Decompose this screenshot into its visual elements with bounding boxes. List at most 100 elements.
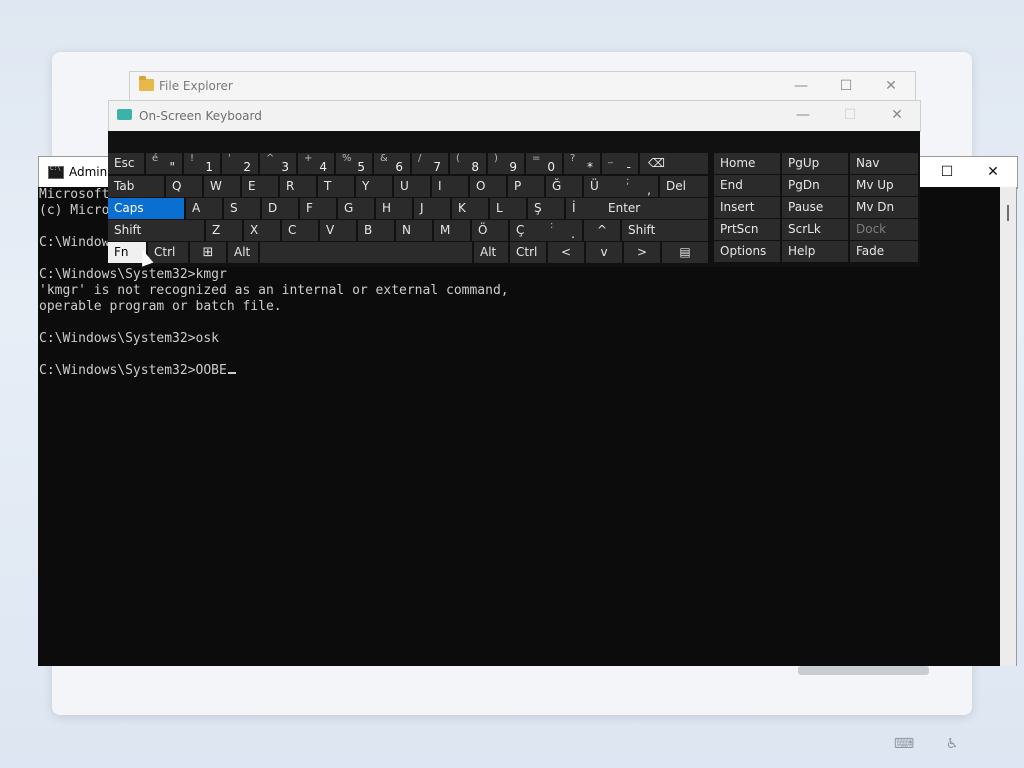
key-letter[interactable]: T (318, 176, 354, 197)
key-letter[interactable]: H (376, 198, 412, 219)
scrollbar-thumb[interactable] (1007, 205, 1009, 221)
key-enter[interactable]: Enter (602, 198, 708, 219)
nav-key-mv-up[interactable]: Mv Up (850, 175, 918, 196)
key-shift-right[interactable]: Shift (622, 220, 708, 241)
key-letter[interactable]: Y (356, 176, 392, 197)
key-row1[interactable]: ! 1 (184, 153, 220, 174)
console-scrollbar[interactable] (1000, 187, 1017, 666)
nav-key-dock[interactable]: Dock (850, 219, 918, 240)
close-button[interactable]: ✕ (970, 157, 1016, 188)
key-colon[interactable]: :. (544, 220, 582, 241)
key-row1[interactable]: +4 (298, 153, 334, 174)
windows-logo-icon: ⊞ (202, 245, 214, 260)
key-alt-right[interactable]: Alt (474, 242, 508, 263)
console-line: (c) Micro (39, 203, 110, 218)
nav-key-prtscn[interactable]: PrtScn (714, 219, 780, 240)
maximize-button[interactable]: ☐ (827, 101, 873, 130)
key-letter[interactable]: I (432, 176, 468, 197)
key-letter[interactable]: V (320, 220, 356, 241)
key-letter[interactable]: M (434, 220, 470, 241)
key-shift-left[interactable]: Shift (108, 220, 204, 241)
maximize-button[interactable]: ☐ (823, 72, 869, 101)
key-arrow-down[interactable]: v (586, 242, 622, 263)
key-letter[interactable]: K (452, 198, 488, 219)
key-del[interactable]: Del (660, 176, 708, 197)
key-backspace[interactable]: ⌫ (640, 153, 708, 174)
key-letter[interactable]: F (300, 198, 336, 219)
key-shift-label: ; (626, 176, 630, 187)
key-letter[interactable]: A (186, 198, 222, 219)
nav-key-pause[interactable]: Pause (782, 197, 848, 218)
key-row1[interactable]: _ - (602, 153, 638, 174)
key-letter[interactable]: U (394, 176, 430, 197)
key-letter[interactable]: Ü (584, 176, 620, 197)
minimize-button[interactable]: — (780, 101, 826, 130)
key-letter[interactable]: G (338, 198, 374, 219)
key-ctrl-right[interactable]: Ctrl (510, 242, 546, 263)
key-letter[interactable]: Ğ (546, 176, 582, 197)
key-letter[interactable]: B (358, 220, 394, 241)
key-letter[interactable]: O (470, 176, 506, 197)
key-letter[interactable]: D (262, 198, 298, 219)
close-button[interactable]: ✕ (868, 72, 914, 101)
nav-key-insert[interactable]: Insert (714, 197, 780, 218)
key-ctrl-left[interactable]: Ctrl (148, 242, 188, 263)
key-letter[interactable]: Q (166, 176, 202, 197)
key-letter[interactable]: Z (206, 220, 242, 241)
key-letter[interactable]: Ş (528, 198, 564, 219)
nav-key-pgdn[interactable]: PgDn (782, 175, 848, 196)
nav-key-fade[interactable]: Fade (850, 241, 918, 262)
key-row1[interactable]: ) 9 (488, 153, 524, 174)
key-semicolon[interactable]: ;, (620, 176, 658, 197)
key-arrow-right[interactable]: > (624, 242, 660, 263)
key-letter[interactable]: İ (566, 198, 602, 219)
file-explorer-window[interactable]: File Explorer — ☐ ✕ (129, 71, 916, 103)
console-line: C:\Windows\System32>osk (39, 331, 220, 346)
nav-key-mv-dn[interactable]: Mv Dn (850, 197, 918, 218)
key-letter[interactable]: C (282, 220, 318, 241)
key-letter[interactable]: J (414, 198, 450, 219)
key-letter[interactable]: E (242, 176, 278, 197)
nav-key-scrlk[interactable]: ScrLk (782, 219, 848, 240)
key-letter[interactable]: Ö (472, 220, 508, 241)
key-arrow-up[interactable]: ^ (584, 220, 620, 241)
key-row1[interactable]: ^ 3 (260, 153, 296, 174)
key-space[interactable] (260, 242, 472, 263)
close-button[interactable]: ✕ (874, 101, 920, 130)
nav-key-pgup[interactable]: PgUp (782, 153, 848, 174)
key-letter[interactable]: N (396, 220, 432, 241)
maximize-button[interactable]: ☐ (924, 157, 970, 188)
key-windows[interactable]: ⊞ (190, 242, 226, 263)
key-caps[interactable]: Caps (108, 198, 184, 219)
key-letter[interactable]: Ç (510, 220, 546, 241)
key-row1[interactable]: (8 (450, 153, 486, 174)
nav-key-nav[interactable]: Nav (850, 153, 918, 174)
nav-key-end[interactable]: End (714, 175, 780, 196)
keyboard-icon[interactable]: ⌨ (893, 734, 915, 754)
key-letter[interactable]: P (508, 176, 544, 197)
key-letter[interactable]: R (280, 176, 316, 197)
key-row1[interactable]: = 0 (526, 153, 562, 174)
nav-key-options[interactable]: Options (714, 241, 780, 262)
key-alt-left[interactable]: Alt (228, 242, 258, 263)
minimize-button[interactable]: — (778, 72, 824, 101)
key-row1[interactable]: é " (146, 153, 182, 174)
key-letter[interactable]: L (490, 198, 526, 219)
key-row1[interactable]: ' 2 (222, 153, 258, 174)
osk-titlebar[interactable]: On-Screen Keyboard — ☐ ✕ (108, 100, 921, 132)
key-tab[interactable]: Tab (108, 176, 164, 197)
key-letter[interactable]: W (204, 176, 240, 197)
key-letter[interactable]: S (224, 198, 260, 219)
oobe-next-button[interactable] (798, 666, 929, 675)
key-row1[interactable]: % 5 (336, 153, 372, 174)
nav-key-home[interactable]: Home (714, 153, 780, 174)
key-row1[interactable]: /7 (412, 153, 448, 174)
key-arrow-left[interactable]: < (548, 242, 584, 263)
key-esc[interactable]: Esc (108, 153, 144, 174)
key-row1[interactable]: & 6 (374, 153, 410, 174)
accessibility-icon[interactable]: ♿ (941, 734, 963, 754)
nav-key-help[interactable]: Help (782, 241, 848, 262)
key-row1[interactable]: ? * (564, 153, 600, 174)
key-letter[interactable]: X (244, 220, 280, 241)
key-menu[interactable]: ▤ (662, 242, 708, 263)
